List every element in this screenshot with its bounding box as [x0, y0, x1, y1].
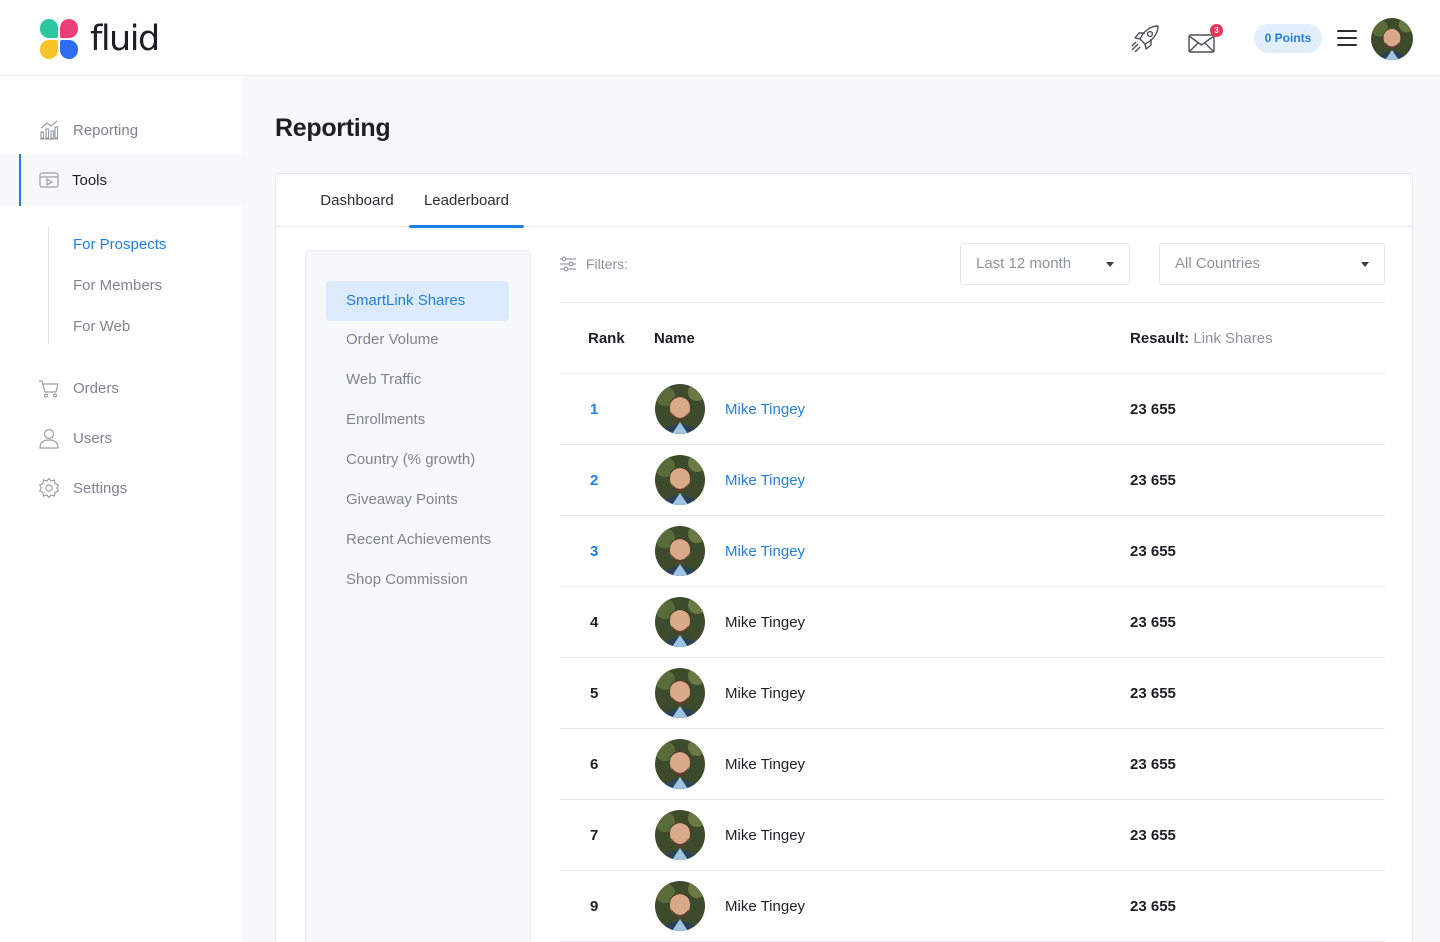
name-link[interactable]: Mike Tingey: [725, 472, 805, 489]
chevron-down-icon: [1106, 262, 1114, 267]
column-header-name: Name: [654, 330, 695, 347]
avatar[interactable]: [655, 597, 705, 647]
filters-label: Filters:: [586, 256, 628, 272]
rank-cell: 5: [590, 685, 599, 702]
sidebar-item-label: Tools: [72, 171, 108, 189]
sidebar-item-settings[interactable]: Settings: [0, 462, 242, 514]
period-select[interactable]: Last 12 month: [960, 243, 1130, 285]
tab-bar: Dashboard Leaderboard: [276, 174, 1412, 228]
rank-cell: 7: [590, 827, 599, 844]
metric-country-growth[interactable]: Country (% growth): [326, 440, 509, 480]
table-row[interactable]: 2 Mike Tingey 23 655: [560, 445, 1385, 516]
table-row[interactable]: 7 Mike Tingey 23 655: [560, 800, 1385, 871]
chevron-down-icon: [1361, 262, 1369, 267]
user-avatar[interactable]: [1371, 18, 1413, 60]
subnav-line: [48, 226, 49, 344]
avatar[interactable]: [655, 455, 705, 505]
result-cell: 23 655: [1130, 543, 1176, 560]
table-row[interactable]: 4 Mike Tingey 23 655: [560, 587, 1385, 658]
column-header-result-label: Resault:: [1130, 330, 1190, 347]
avatar[interactable]: [655, 810, 705, 860]
table-row[interactable]: 5 Mike Tingey 23 655: [560, 658, 1385, 729]
logo-text: fluid: [90, 19, 160, 59]
result-cell: 23 655: [1130, 472, 1176, 489]
metric-order-volume[interactable]: Order Volume: [326, 320, 509, 360]
rank-cell: 3: [590, 543, 599, 560]
result-cell: 23 655: [1130, 898, 1176, 915]
name-link: Mike Tingey: [725, 898, 806, 915]
page-title: Reporting: [275, 114, 391, 142]
metric-enrollments[interactable]: Enrollments: [326, 400, 509, 440]
sidebar-item-tools[interactable]: Tools: [0, 154, 242, 206]
metric-shop-commission[interactable]: Shop Commission: [326, 560, 509, 600]
fluid-logo[interactable]: fluid: [40, 19, 160, 59]
sidebar-item-orders[interactable]: Orders: [0, 362, 242, 414]
sidebar-subitem-for-members[interactable]: For Members: [73, 277, 162, 294]
chart-icon: [40, 120, 59, 140]
rank-cell: 1: [590, 401, 599, 418]
avatar[interactable]: [655, 526, 705, 576]
rank-cell: 4: [590, 614, 599, 631]
sidebar-item-label: Orders: [73, 379, 119, 397]
column-header-result-metric: Link Shares: [1193, 330, 1273, 347]
result-cell: 23 655: [1130, 401, 1176, 418]
cart-icon: [39, 380, 59, 398]
name-link: Mike Tingey: [725, 614, 806, 631]
tools-icon: [39, 172, 59, 188]
sidebar-item-users[interactable]: Users: [0, 412, 242, 464]
result-cell: 23 655: [1130, 614, 1176, 631]
name-link[interactable]: Mike Tingey: [725, 543, 805, 560]
column-header-rank: Rank: [588, 330, 625, 347]
column-header-result: Resault: Link Shares: [1130, 330, 1273, 347]
gear-icon: [38, 477, 60, 499]
sidebar-item-label: Users: [73, 429, 113, 447]
top-bar: fluid 3 0 Points: [0, 0, 1440, 76]
result-cell: 23 655: [1130, 685, 1176, 702]
country-select-value: All Countries: [1175, 255, 1261, 272]
rank-cell: 6: [590, 756, 599, 773]
result-cell: 23 655: [1130, 827, 1176, 844]
metric-giveaway-points[interactable]: Giveaway Points: [326, 480, 509, 520]
table-row[interactable]: 9 Mike Tingey 23 655: [560, 871, 1385, 942]
sidebar-item-reporting[interactable]: Reporting: [0, 104, 242, 156]
name-link: Mike Tingey: [725, 756, 806, 773]
sidebar-item-label: Settings: [73, 479, 128, 497]
metric-web-traffic[interactable]: Web Traffic: [326, 360, 509, 400]
notification-badge: 3: [1210, 24, 1223, 37]
reporting-card: Dashboard Leaderboard SmartLink Shares O…: [275, 173, 1413, 942]
divider: [560, 302, 1385, 303]
name-link: Mike Tingey: [725, 685, 806, 702]
avatar[interactable]: [655, 881, 705, 931]
table-row[interactable]: 3 Mike Tingey 23 655: [560, 516, 1385, 587]
sidebar-subitem-for-prospects[interactable]: For Prospects: [73, 236, 166, 253]
menu-icon[interactable]: [1337, 30, 1357, 46]
avatar[interactable]: [655, 739, 705, 789]
period-select-value: Last 12 month: [976, 255, 1072, 272]
result-cell: 23 655: [1130, 756, 1176, 773]
user-icon: [39, 428, 59, 449]
metric-smartlink-shares[interactable]: SmartLink Shares: [326, 281, 509, 321]
table-row[interactable]: 6 Mike Tingey 23 655: [560, 729, 1385, 800]
logo-mark-icon: [40, 19, 78, 59]
avatar[interactable]: [655, 668, 705, 718]
sidebar-subitem-for-web[interactable]: For Web: [73, 318, 130, 335]
sidebar-item-label: Reporting: [73, 121, 139, 139]
name-link: Mike Tingey: [725, 827, 806, 844]
metric-recent-achievements[interactable]: Recent Achievements: [326, 520, 509, 560]
rank-cell: 9: [590, 898, 599, 915]
avatar[interactable]: [655, 384, 705, 434]
rocket-icon[interactable]: [1128, 22, 1162, 56]
rank-cell: 2: [590, 472, 599, 489]
filters-icon: [560, 256, 576, 272]
sidebar: Reporting Tools For Prospects For Member…: [0, 76, 242, 942]
tab-dashboard[interactable]: Dashboard: [306, 174, 408, 227]
country-select[interactable]: All Countries: [1159, 243, 1385, 285]
tab-leaderboard[interactable]: Leaderboard: [409, 174, 524, 228]
name-link[interactable]: Mike Tingey: [725, 401, 805, 418]
metric-list: SmartLink Shares Order Volume Web Traffi…: [305, 250, 531, 942]
points-button[interactable]: 0 Points: [1254, 24, 1322, 53]
table-row[interactable]: 1 Mike Tingey 23 655: [560, 374, 1385, 445]
